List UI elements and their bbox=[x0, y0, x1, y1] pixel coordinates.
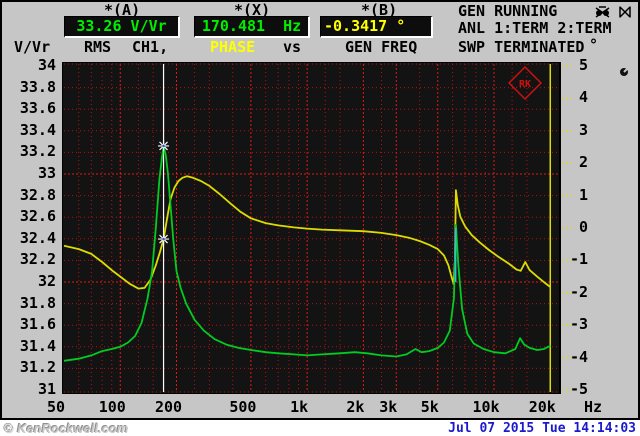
y-left-tick: 33.2 bbox=[19, 142, 56, 161]
meas-type-label: RMS bbox=[84, 38, 112, 56]
readout-a-box: 33.26 V/Vr bbox=[64, 16, 180, 38]
y-left-tick: 32.8 bbox=[19, 185, 56, 204]
plot-svg[interactable]: RK bbox=[62, 62, 574, 394]
y-left-tick: 32.4 bbox=[19, 228, 56, 247]
status-analyzer: ANL 1:TERM 2:TERM bbox=[458, 19, 612, 37]
y-right-tick: 4 bbox=[578, 88, 588, 107]
x-tick: 500 bbox=[229, 398, 257, 416]
y-right-tick: 0 bbox=[578, 218, 588, 236]
datetime: Jul 07 2015 Tue 14:14:03 bbox=[448, 421, 636, 436]
y-right-tick: -5 bbox=[569, 380, 588, 398]
y-right-tick: 3 bbox=[578, 120, 588, 139]
cursor-marker-center bbox=[162, 144, 165, 148]
cursor-marker-center bbox=[162, 237, 165, 241]
readout-b-value: -0.3417 ° bbox=[324, 17, 406, 35]
x-tick: 5k bbox=[420, 398, 439, 416]
y-left-tick: 33.6 bbox=[19, 99, 56, 118]
channel-label: CH1, bbox=[132, 38, 169, 56]
y-right-tick: -1 bbox=[569, 250, 588, 269]
y-right-tick: -2 bbox=[569, 282, 588, 301]
left-axis-unit: V/Vr bbox=[14, 38, 51, 56]
analyzer-screen: *(A) *(X) *(B) GEN RUNNING ANL 1:TERM 2:… bbox=[0, 0, 640, 436]
readout-x-value: 170.481 Hz bbox=[201, 17, 302, 35]
y-right-tick: -3 bbox=[569, 315, 588, 334]
x-tick: 1k bbox=[290, 398, 309, 416]
y-left-tick: 31 bbox=[37, 380, 56, 398]
y-left-tick: 33.8 bbox=[19, 77, 56, 96]
vs-label: vs bbox=[283, 38, 302, 56]
y-right-tick: 5 bbox=[578, 56, 588, 74]
y-left-tick: 32 bbox=[37, 272, 56, 290]
x-tick: 10k bbox=[472, 398, 500, 416]
x-source-label: GEN FREQ bbox=[345, 38, 418, 56]
y-left-tick: 32.6 bbox=[19, 207, 56, 226]
y-right-tick: -4 bbox=[569, 347, 588, 366]
y-left-tick: 34 bbox=[37, 56, 56, 74]
watermark: © KenRockwell.com bbox=[4, 421, 129, 436]
phase-label: PHASE bbox=[210, 38, 256, 56]
y-left-tick: 33 bbox=[37, 164, 56, 182]
y-left-tick: 32.2 bbox=[19, 250, 56, 269]
x-tick: 3k bbox=[379, 398, 398, 416]
status-sweep: SWP TERMINATED bbox=[458, 38, 585, 56]
alarm-muted-icon bbox=[594, 4, 611, 23]
readout-a-value: 33.26 V/Vr bbox=[76, 17, 167, 35]
y-right-tick: 1 bbox=[578, 185, 588, 204]
y-left-tick: 31.2 bbox=[19, 358, 56, 377]
x-tick: 200 bbox=[154, 398, 183, 416]
y-left-tick: 31.8 bbox=[19, 293, 56, 312]
status-generator: GEN RUNNING bbox=[458, 2, 558, 20]
x-axis-unit: Hz bbox=[584, 398, 603, 416]
x-tick: 100 bbox=[98, 398, 126, 416]
readout-x-box: 170.481 Hz bbox=[194, 16, 310, 38]
pointer-icon bbox=[619, 62, 629, 81]
right-axis-unit: ° bbox=[589, 36, 599, 54]
x-tick: 50 bbox=[46, 398, 66, 416]
readout-b-box: -0.3417 ° bbox=[320, 16, 433, 38]
speaker-muted-icon bbox=[617, 4, 633, 23]
x-tick: 20k bbox=[528, 398, 556, 416]
y-left-tick: 31.6 bbox=[19, 315, 56, 334]
rk-logo-text: RK bbox=[519, 79, 531, 90]
y-left-tick: 33.4 bbox=[19, 120, 56, 139]
y-left-tick: 31.4 bbox=[19, 336, 56, 355]
y-right-tick: 2 bbox=[578, 153, 588, 172]
